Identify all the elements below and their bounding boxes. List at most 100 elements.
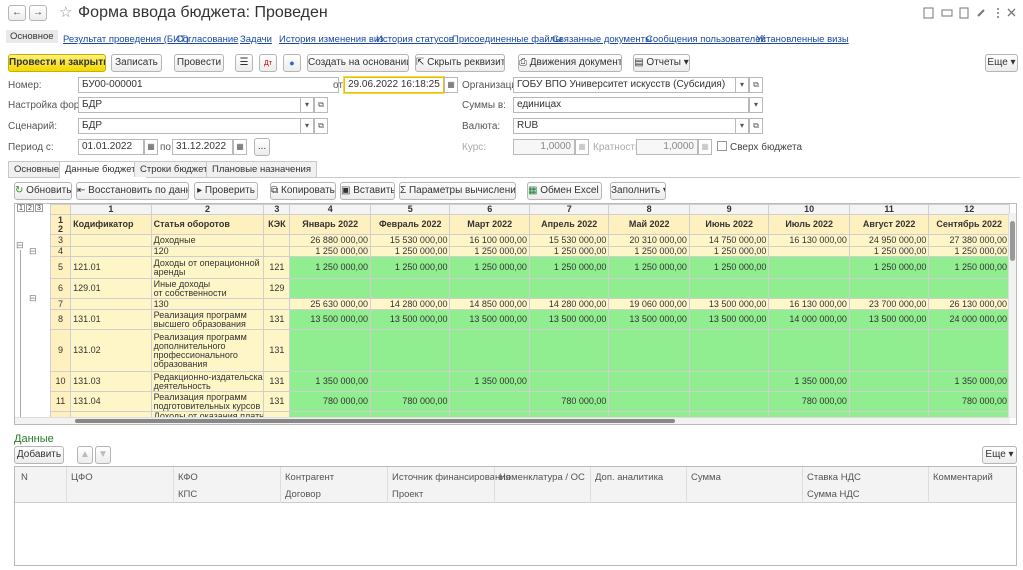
scenario-dropdown-button[interactable]: ▾ (300, 118, 314, 134)
date-field[interactable]: 29.06.2022 16:18:25 (344, 77, 444, 93)
add-button[interactable]: Добавить (14, 446, 64, 464)
restore-button[interactable]: ⇤ Восстановить по данным (76, 182, 189, 200)
grid-article-cell[interactable]: Реализация программ подготовительных курс… (150, 391, 265, 412)
grid-value-cell[interactable] (449, 329, 530, 372)
grid-article-cell[interactable]: Реализация программ высшего образования (150, 309, 265, 330)
grid-value-cell[interactable] (848, 391, 930, 412)
grid-value-cell[interactable]: 19 060 000,00 (608, 298, 690, 310)
data-col-header[interactable]: Номенклатура / ОС (499, 472, 585, 483)
grid-value-cell[interactable] (688, 391, 770, 412)
grid-value-cell[interactable] (608, 391, 690, 412)
setting-field[interactable]: БДР (78, 97, 314, 113)
grid-value-cell[interactable]: 13 500 000,00 (608, 309, 690, 330)
link-installed-visas[interactable]: Установленные визы (756, 34, 849, 45)
grid-value-cell[interactable]: 780 000,00 (768, 391, 850, 412)
grid-value-cell[interactable]: 1 250 000,00 (449, 246, 530, 257)
grid-value-cell[interactable] (848, 329, 930, 372)
grid-value-cell[interactable] (369, 278, 451, 299)
grid-article-cell[interactable]: 130 (150, 298, 265, 310)
level-button-3[interactable]: 3 (35, 204, 43, 212)
grid-value-cell[interactable] (848, 278, 930, 299)
grid-value-cell[interactable]: 13 500 000,00 (369, 309, 451, 330)
grid-value-cell[interactable]: 13 500 000,00 (688, 298, 770, 310)
move-down-button[interactable]: ▼ (95, 446, 111, 464)
grid-value-cell[interactable]: 13 500 000,00 (688, 309, 770, 330)
link-approval[interactable]: Согласование (176, 34, 238, 45)
grid-value-cell[interactable]: 780 000,00 (928, 391, 1010, 412)
grid-kek-cell[interactable]: 121 (263, 256, 291, 279)
grid-value-cell[interactable]: 1 350 000,00 (289, 371, 371, 392)
grid-code-cell[interactable]: 131.01 (70, 309, 152, 330)
grid-value-cell[interactable]: 1 250 000,00 (369, 256, 451, 279)
grid-value-cell[interactable]: 25 630 000,00 (289, 298, 371, 310)
grid-value-cell[interactable]: 1 250 000,00 (608, 246, 690, 257)
grid-value-cell[interactable]: 27 380 000,00 (928, 234, 1010, 247)
grid-value-cell[interactable]: 1 250 000,00 (608, 256, 690, 279)
sums-field[interactable]: единицах (513, 97, 749, 113)
org-field[interactable]: ГОБУ ВПО Университет искусств (Субсидия) (513, 77, 737, 93)
grid-value-cell[interactable] (528, 278, 610, 299)
setting-dropdown-button[interactable]: ▾ (300, 97, 314, 113)
tab-main[interactable]: Основные (8, 161, 66, 177)
grid-kek-cell[interactable] (263, 246, 291, 257)
grid-kek-cell[interactable]: 129 (263, 278, 291, 299)
grid-value-cell[interactable]: 1 250 000,00 (688, 256, 770, 279)
bulb-button[interactable]: ● (283, 54, 301, 72)
grid-article-cell[interactable]: 120 (150, 246, 265, 257)
grid-value-cell[interactable]: 24 000 000,00 (928, 309, 1010, 330)
dt-kt-button[interactable]: Дт (259, 54, 277, 72)
copy-button[interactable]: ⧉ Копировать (270, 182, 336, 200)
grid-value-cell[interactable] (369, 371, 451, 392)
excel-exchange-button[interactable]: ▦ Обмен Excel ▾ (527, 182, 602, 200)
data-more-button[interactable]: Еще ▾ (982, 446, 1017, 464)
grid-value-cell[interactable]: 14 850 000,00 (449, 298, 530, 310)
grid-vscroll[interactable] (1008, 213, 1016, 418)
grid-value-cell[interactable] (608, 278, 690, 299)
data-col-subheader[interactable]: КПС (178, 489, 197, 500)
grid-value-cell[interactable]: 26 130 000,00 (928, 298, 1010, 310)
grid-code-cell[interactable]: 131.04 (70, 391, 152, 412)
grid-value-cell[interactable]: 14 280 000,00 (528, 298, 610, 310)
grid-value-cell[interactable]: 20 310 000,00 (608, 234, 690, 247)
grid-value-cell[interactable]: 1 250 000,00 (528, 246, 610, 257)
grid-kek-cell[interactable] (263, 234, 291, 247)
grid-value-cell[interactable]: 15 530 000,00 (369, 234, 451, 247)
data-col-header[interactable]: КФО (178, 472, 198, 483)
period-to-calendar-button[interactable]: ▦ (233, 139, 247, 155)
grid-value-cell[interactable] (768, 246, 850, 257)
grid-value-cell[interactable]: 1 250 000,00 (928, 246, 1010, 257)
setting-open-button[interactable]: ⧉ (314, 97, 328, 113)
calc-params-button[interactable]: Σ Параметры вычислений ▾ (399, 182, 516, 200)
check-button[interactable]: ▸ Проверить (194, 182, 258, 200)
grid-value-cell[interactable]: 14 000 000,00 (768, 309, 850, 330)
grid-value-cell[interactable] (608, 329, 690, 372)
data-col-header[interactable]: Сумма (691, 472, 721, 483)
grid-kek-cell[interactable]: 131 (263, 371, 291, 392)
grid-vscroll-thumb[interactable] (1010, 221, 1015, 261)
grid-value-cell[interactable]: 15 530 000,00 (528, 234, 610, 247)
fill-button[interactable]: Заполнить ▾ (610, 182, 666, 200)
save-button[interactable]: Записать (111, 54, 162, 72)
number-field[interactable]: БУ00-000001 (78, 77, 339, 93)
paste-button[interactable]: ▣ Вставить (340, 182, 395, 200)
link-visa-history[interactable]: История изменения виз (279, 34, 384, 45)
grid-article-cell[interactable]: Доходные (150, 234, 265, 247)
post-button[interactable]: Провести (174, 54, 224, 72)
link-bit-result[interactable]: Результат проведения (БИТ) (63, 34, 189, 45)
grid-value-cell[interactable] (688, 329, 770, 372)
data-col-header[interactable]: Ставка НДС (807, 472, 861, 483)
refresh-button[interactable]: ↻ Обновить (14, 182, 72, 200)
grid-kek-cell[interactable]: 131 (263, 329, 291, 372)
data-col-subheader[interactable]: Сумма НДС (807, 489, 860, 500)
grid-kek-cell[interactable] (263, 298, 291, 310)
grid-article-cell[interactable]: Редакционно-издательская деятельность (150, 371, 265, 392)
currency-open-button[interactable]: ⧉ (749, 118, 763, 134)
grid-code-cell[interactable]: 131.03 (70, 371, 152, 392)
data-col-header[interactable]: Доп. аналитика (595, 472, 663, 483)
grid-code-cell[interactable] (70, 234, 152, 247)
list-icon-button[interactable]: ☰ (235, 54, 253, 72)
grid-value-cell[interactable] (928, 278, 1010, 299)
grid-hscroll[interactable] (15, 417, 1010, 424)
hide-requisites-button[interactable]: ⇱ Скрыть реквизиты (415, 54, 505, 72)
grid-value-cell[interactable]: 13 500 000,00 (289, 309, 371, 330)
